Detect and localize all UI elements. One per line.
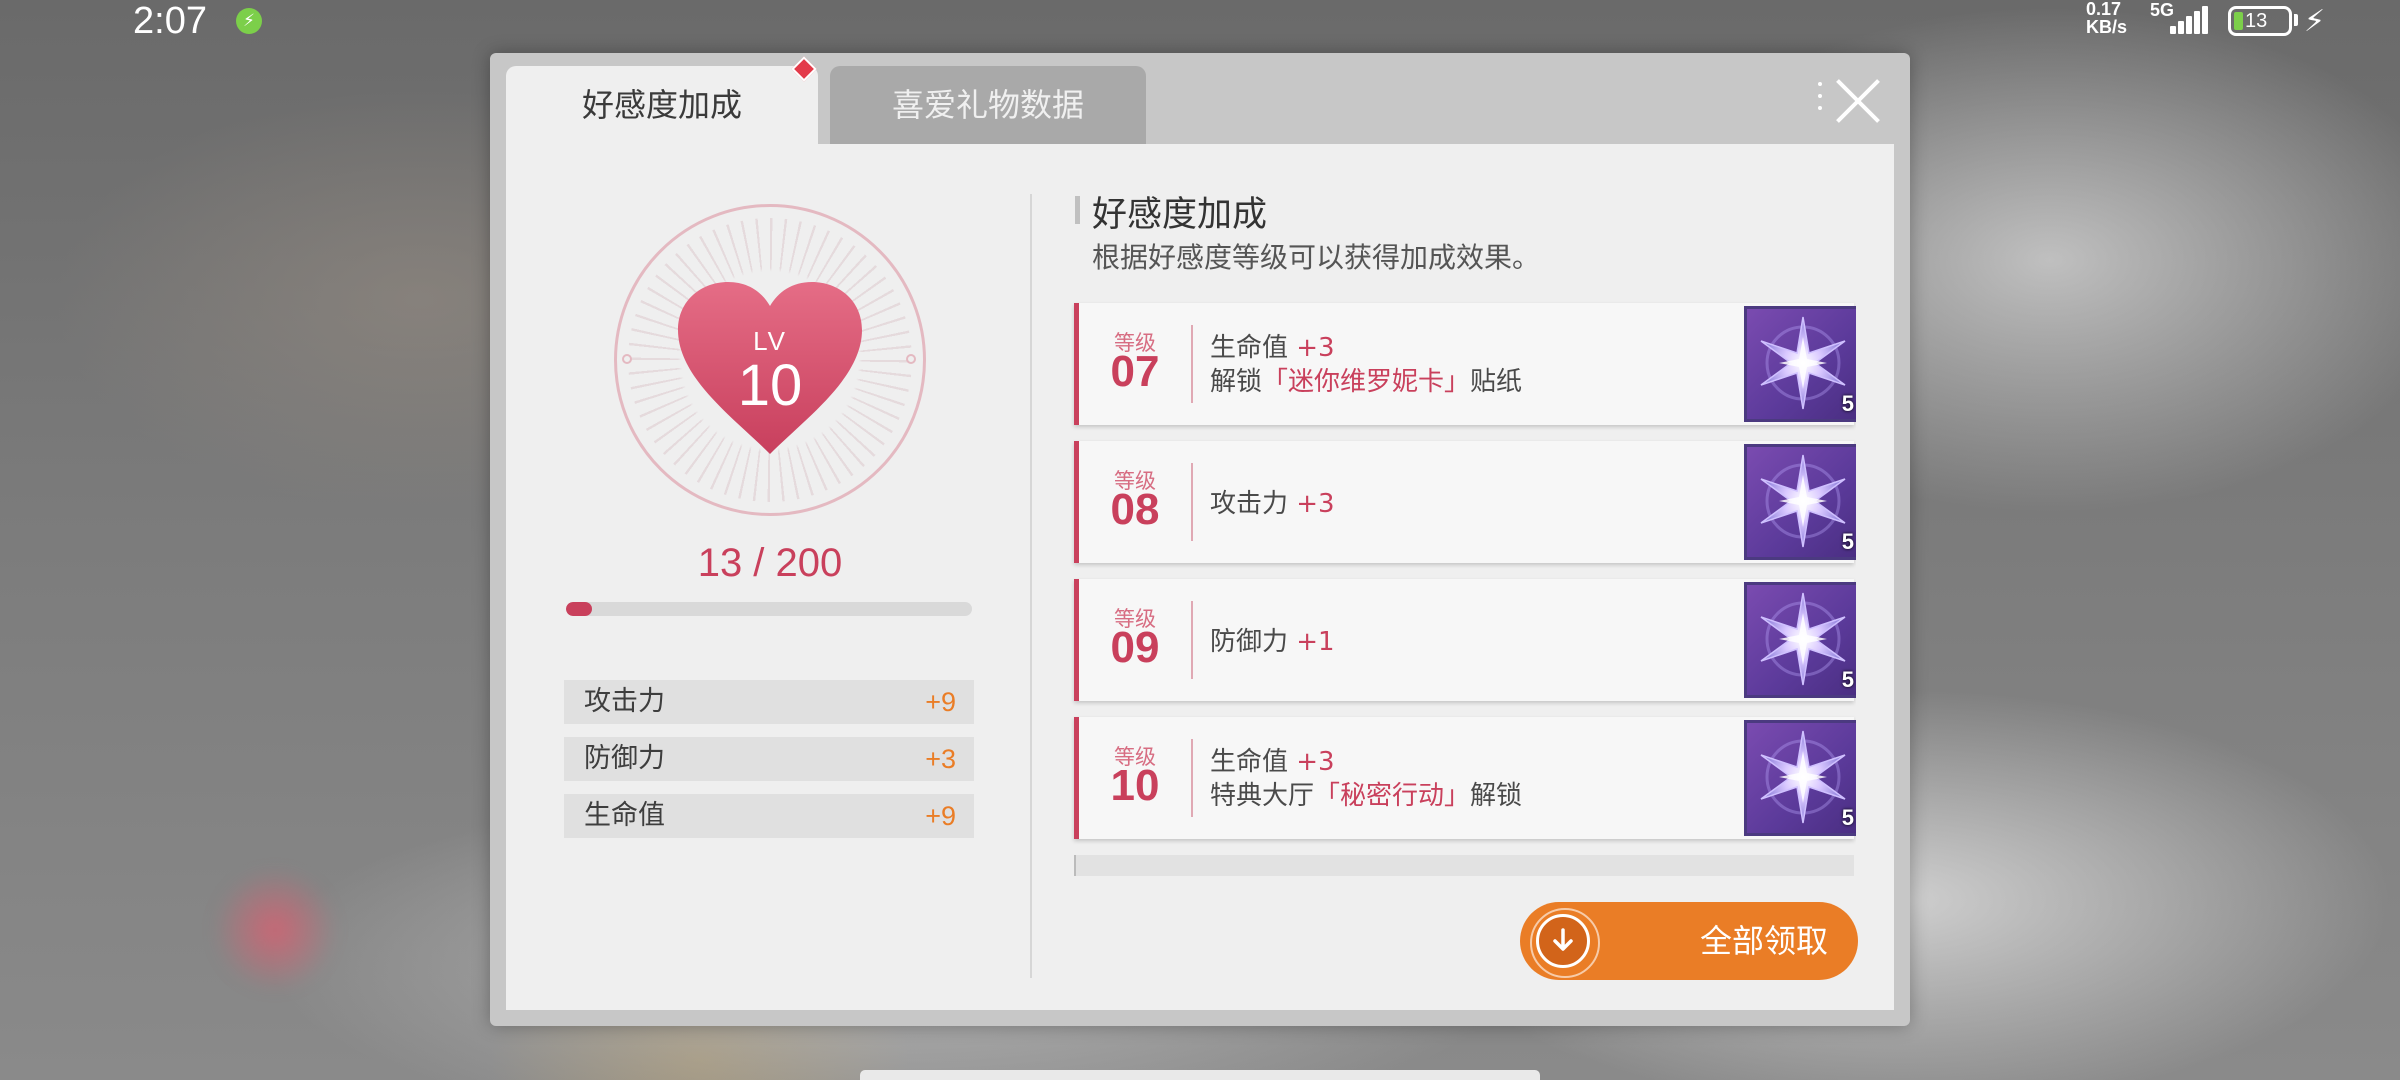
stat-row-defense: 防御力 +3 (564, 737, 974, 781)
card-separator (1191, 601, 1193, 679)
reward-count: 5 (1841, 667, 1854, 692)
card-level-number: 09 (1110, 623, 1160, 672)
bonus-card-lv09: 等级 09 防御力 +1 5 (1074, 579, 1856, 701)
download-circle-icon (1530, 908, 1600, 978)
crystal-star-icon (1759, 729, 1847, 825)
stat-name: 生命值 (584, 800, 665, 831)
reward-item-crystal[interactable]: 5 (1744, 444, 1856, 560)
card-separator (1191, 463, 1193, 541)
reward-item-crystal[interactable]: 5 (1744, 720, 1856, 836)
stat-value: +3 (925, 744, 956, 774)
reward-count: 5 (1841, 529, 1854, 554)
section-description: 根据好感度等级可以获得加成效果。 (1092, 241, 1541, 274)
reward-item-crystal[interactable]: 5 (1744, 582, 1856, 698)
claim-all-label: 全部领取 (1699, 922, 1828, 960)
section-title: 好感度加成 (1092, 195, 1268, 235)
status-time: 2:07 (133, 0, 207, 42)
affinity-progress-text: 13 / 200 (697, 541, 843, 585)
card-separator (1191, 739, 1193, 817)
card-level-number: 08 (1110, 485, 1160, 534)
card-line-2: 特典大厅「秘密行动」解锁 (1210, 781, 1523, 811)
app-notification-icon: ⚡ (236, 8, 262, 34)
background-heart-blur (210, 870, 340, 990)
card-line-1: 攻击力 +3 (1210, 489, 1335, 519)
network-speed-value: 0.17 (2086, 0, 2122, 19)
bonus-list[interactable]: 等级 07 生命值 +3 解锁「迷你维罗妮卡」贴纸 5 等级 08 攻击力 +3… (1070, 300, 1856, 876)
crystal-star-icon (1759, 315, 1847, 411)
stat-row-attack: 攻击力 +9 (564, 680, 974, 724)
signal-icon (2166, 6, 2210, 34)
card-line-1: 生命值 +3 (1210, 747, 1335, 777)
network-speed: 0.17 KB/s (2086, 0, 2127, 36)
column-divider (1030, 194, 1032, 978)
tab-affinity-bonus[interactable]: 好感度加成 (506, 66, 818, 144)
ring-marker-left (622, 354, 632, 364)
status-bar: 2:07 ⚡ 0.17 KB/s 5G 13 ⚡ (0, 0, 2400, 42)
battery-level: 13 (2245, 10, 2268, 32)
stat-value: +9 (925, 687, 956, 717)
section-title-bar (1075, 196, 1080, 224)
card-level-number: 07 (1110, 347, 1160, 396)
stat-name: 防御力 (584, 743, 665, 774)
stat-row-hp: 生命值 +9 (564, 794, 974, 838)
bonus-card-partial (1074, 855, 1854, 876)
reward-count: 5 (1841, 805, 1854, 830)
charging-icon: ⚡ (2304, 4, 2326, 39)
reward-count: 5 (1841, 391, 1854, 416)
battery-icon: 13 (2228, 6, 2292, 36)
affinity-progress-fill (566, 602, 593, 616)
card-line-1: 防御力 +1 (1210, 627, 1335, 657)
level-value: 10 (737, 353, 803, 418)
bonus-card-lv10: 等级 10 生命值 +3 特典大厅「秘密行动」解锁 5 (1074, 717, 1856, 839)
bonus-card-lv07: 等级 07 生命值 +3 解锁「迷你维罗妮卡」贴纸 5 (1074, 303, 1856, 425)
network-speed-unit: KB/s (2086, 17, 2128, 37)
stat-value: +9 (925, 801, 956, 831)
stat-name: 攻击力 (584, 686, 665, 717)
card-separator (1191, 325, 1193, 403)
reward-item-crystal[interactable]: 5 (1744, 306, 1856, 422)
ring-marker-right (906, 354, 916, 364)
more-dots-icon (1818, 82, 1822, 114)
card-level-number: 10 (1110, 761, 1160, 810)
close-button[interactable] (1834, 76, 1884, 126)
claim-all-button[interactable]: 全部领取 (1520, 902, 1858, 980)
crystal-star-icon (1759, 453, 1847, 549)
affinity-progress-bar (566, 602, 972, 616)
battery-tip (2294, 14, 2298, 26)
crystal-star-icon (1759, 591, 1847, 687)
bonus-card-lv08: 等级 08 攻击力 +3 5 (1074, 441, 1856, 563)
card-line-2: 解锁「迷你维罗妮卡」贴纸 (1210, 367, 1523, 397)
card-line-1: 生命值 +3 (1210, 333, 1335, 363)
tab-favorite-gifts[interactable]: 喜爱礼物数据 (830, 66, 1146, 144)
home-indicator[interactable] (860, 1070, 1540, 1080)
